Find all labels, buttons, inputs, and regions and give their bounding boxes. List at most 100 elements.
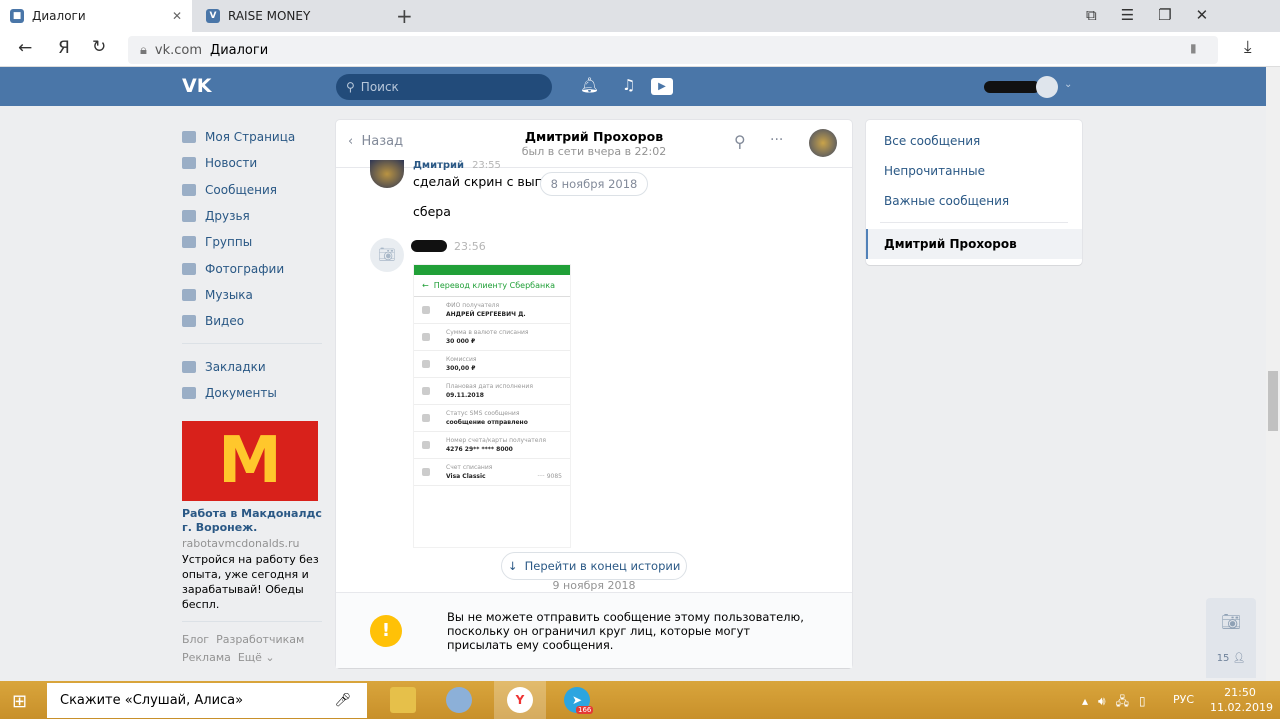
message-time: 23:56 — [454, 240, 486, 253]
friends-online-widget[interactable]: 📷︎ 15 👤︎ — [1206, 598, 1256, 678]
home-icon — [182, 131, 196, 144]
receipt-field: Счет списания Visa Classic ···· 9085 — [414, 459, 570, 486]
left-sidebar: Моя Страница Новости Сообщения Друзья Гр… — [182, 124, 322, 667]
menu-important[interactable]: Важные сообщения — [866, 186, 1082, 216]
sidebar-item-bookmarks[interactable]: Закладки — [182, 353, 322, 379]
ad-image-mcdonalds-logo[interactable]: M — [182, 420, 318, 501]
close-tab-icon[interactable]: ✕ — [172, 9, 182, 23]
field-icon — [422, 306, 430, 314]
ad-domain[interactable]: rabotavmcdonalds.ru — [182, 537, 322, 550]
taskbar-yandex-browser[interactable]: Y — [494, 681, 546, 719]
paint-icon[interactable] — [446, 687, 472, 713]
sidebar-item-music[interactable]: Музыка — [182, 282, 322, 308]
play-icon[interactable]: ▶ — [651, 78, 673, 95]
document-icon — [182, 386, 196, 399]
chevron-down-icon[interactable]: ⌄ — [1064, 79, 1072, 90]
sender-line: Дмитрий 23:55 — [413, 158, 501, 171]
ad-text: Устройся на работу без опыта, уже сегодн… — [182, 552, 319, 611]
bell-icon[interactable]: 🔔︎ — [580, 76, 599, 94]
video-icon — [182, 315, 196, 328]
receipt-fields: ФИО получателя АНДРЕЙ СЕРГЕЕВИЧ Д. Сумма в… — [414, 297, 570, 486]
receipt-title: ← Перевод клиенту Сбербанка — [414, 275, 570, 297]
groups-icon — [182, 236, 196, 249]
camera-icon[interactable]: 📷︎ — [370, 238, 404, 272]
address-toolbar: ← Я ↻ 🔒︎ vk.com Диалоги ▮ ⤓ — [0, 32, 1280, 67]
window-controls[interactable]: ⧉☰❐✕ — [1086, 6, 1232, 24]
vk-header: VK ⚲ Поиск 🔔︎ ♫ ▶ ⌄ — [0, 67, 1266, 106]
vk-favicon-icon: ■ — [10, 9, 24, 23]
receipt-screenshot[interactable]: ← Перевод клиенту Сбербанка ФИО получате… — [413, 264, 571, 548]
receipt-field: Сумма в валюте списания 30 000 ₽ — [414, 324, 570, 351]
link-developers[interactable]: Разработчикам — [216, 633, 304, 646]
menu-dmitry[interactable]: Дмитрий Прохоров — [866, 229, 1082, 259]
search-icon: ⚲ — [346, 80, 355, 94]
receipt-field: Номер счета/карты получателя 4276 29** **… — [414, 432, 570, 459]
scrollbar[interactable] — [1266, 67, 1280, 681]
friends-count: 15 — [1216, 653, 1230, 664]
field-icon — [422, 387, 430, 395]
browser-tabbar: ■ Диалоги ✕ V RAISE MONEY + ⧉☰❐✕ — [0, 0, 1280, 32]
person-icon: 👤︎ — [1232, 653, 1246, 664]
tab-raise-money[interactable]: V RAISE MONEY — [196, 0, 382, 32]
yandex-icon: Y — [507, 687, 533, 713]
yandex-icon[interactable]: Я — [58, 38, 70, 58]
sidebar-item-photos[interactable]: Фотографии — [182, 255, 322, 281]
file-explorer-icon[interactable] — [390, 687, 416, 713]
scrollbar-thumb[interactable] — [1268, 371, 1278, 431]
bookmark-icon[interactable]: ▮ — [1190, 41, 1197, 55]
back-icon[interactable]: ← — [18, 38, 32, 58]
divider — [880, 222, 1068, 223]
sidebar-item-video[interactable]: Видео — [182, 308, 322, 334]
windows-start-icon[interactable]: ⊞ — [12, 691, 27, 712]
clock[interactable]: 21:50 11.02.2019 — [1210, 685, 1273, 715]
ad-title[interactable]: Работа в Макдоналдс г. Воронеж. — [182, 507, 322, 535]
sidebar-item-messages[interactable]: Сообщения — [182, 177, 322, 203]
goto-end-button[interactable]: ↓ Перейти в конец истории — [501, 552, 687, 580]
link-more[interactable]: Ещё ⌄ — [238, 651, 275, 664]
camera-icon: 📷︎ — [1220, 612, 1242, 631]
search-icon[interactable]: ⚲ — [734, 132, 746, 151]
alice-search-box[interactable]: Скажите «Слушай, Алиса» 🎤︎ — [47, 683, 367, 718]
search-input[interactable]: ⚲ Поиск — [336, 74, 552, 100]
download-icon[interactable]: ⤓ — [1244, 37, 1252, 57]
windows-taskbar: ⊞ Скажите «Слушай, Алиса» 🎤︎ Y ➤ 166 ▴🔊︎🖧… — [0, 681, 1280, 719]
divider — [182, 620, 322, 622]
tray-icons[interactable]: ▴🔊︎🖧▯ — [1082, 692, 1156, 713]
card-tail: ···· 9085 — [537, 473, 562, 480]
user-avatar[interactable] — [1036, 76, 1058, 98]
language-indicator[interactable]: РУС — [1173, 693, 1194, 706]
field-icon — [422, 441, 430, 449]
field-icon — [422, 360, 430, 368]
date-separator: 9 ноября 2018 — [552, 579, 636, 592]
sidebar-item-my-page[interactable]: Моя Страница — [182, 124, 322, 150]
reload-icon[interactable]: ↻ — [92, 37, 106, 57]
link-blog[interactable]: Блог — [182, 633, 209, 646]
url-bar[interactable]: 🔒︎ vk.com Диалоги — [128, 36, 1218, 64]
music-icon[interactable]: ♫ — [622, 76, 635, 94]
message-time: 23:55 — [472, 160, 501, 171]
vk-logo[interactable]: VK — [182, 75, 211, 97]
new-tab-button[interactable]: + — [396, 4, 413, 28]
more-icon[interactable]: ··· — [770, 132, 783, 148]
sidebar-item-news[interactable]: Новости — [182, 150, 322, 176]
contact-avatar[interactable] — [809, 129, 837, 157]
field-icon — [422, 333, 430, 341]
link-ads[interactable]: Реклама — [182, 651, 231, 664]
tab-dialogs[interactable]: ■ Диалоги ✕ — [0, 0, 192, 32]
redacted-username — [984, 81, 1040, 93]
sidebar-item-groups[interactable]: Группы — [182, 229, 322, 255]
microphone-icon[interactable]: 🎤︎ — [334, 693, 351, 708]
sender-avatar[interactable] — [370, 160, 404, 188]
sidebar-item-friends[interactable]: Друзья — [182, 203, 322, 229]
star-icon — [182, 360, 196, 373]
sender-name[interactable]: Дмитрий — [413, 160, 464, 171]
chat-panel: ‹ Назад Дмитрий Прохоров был в сети вчер… — [336, 120, 852, 668]
sidebar-item-documents[interactable]: Документы — [182, 380, 322, 406]
music-icon — [182, 288, 196, 301]
field-icon — [422, 414, 430, 422]
menu-all-messages[interactable]: Все сообщения — [866, 126, 1082, 156]
message-text: сделай скрин с выпис — [413, 174, 558, 189]
phone-status-bar — [414, 265, 570, 275]
notice-text: Вы не можете отправить сообщение этому п… — [447, 610, 804, 652]
menu-unread[interactable]: Непрочитанные — [866, 156, 1082, 186]
